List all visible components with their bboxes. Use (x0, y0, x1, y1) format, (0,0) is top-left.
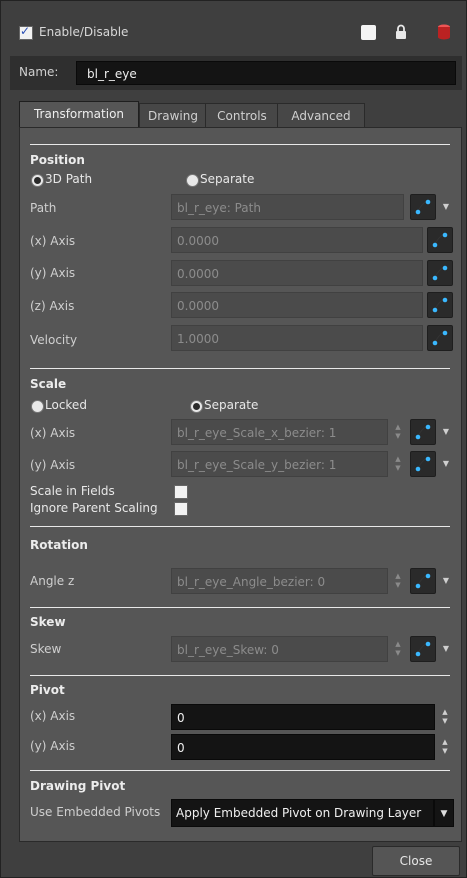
radio-separate-position[interactable] (186, 174, 199, 187)
enable-checkbox[interactable] (19, 24, 33, 40)
spin-arrows-icon[interactable]: ▲ ▼ (393, 419, 403, 445)
pivot-title: Pivot (30, 683, 65, 697)
tab-advanced[interactable]: Advanced (277, 103, 365, 128)
position-y-label: (y) Axis (30, 266, 76, 280)
position-x-label: (x) Axis (30, 234, 76, 248)
function-curve-icon[interactable] (410, 194, 436, 220)
radio-locked-label: Locked (45, 398, 87, 412)
radio-separate-position-label: Separate (200, 172, 255, 186)
ignore-parent-scaling-checkbox[interactable] (174, 502, 188, 516)
function-curve-icon[interactable] (410, 568, 436, 594)
position-x-field[interactable]: 0.0000 (171, 227, 423, 253)
spin-arrows-icon[interactable]: ▲ ▼ (393, 568, 403, 594)
divider (30, 770, 450, 771)
velocity-label: Velocity (30, 333, 78, 347)
use-embedded-pivots-label: Use Embedded Pivots (30, 805, 161, 819)
layer-properties-dialog: Enable/Disable Name: bl_r_eye Drawing Co… (0, 0, 467, 878)
white-square-icon[interactable] (361, 25, 376, 40)
ignore-parent-scaling-label: Ignore Parent Scaling (30, 501, 158, 515)
function-curve-icon[interactable] (427, 292, 453, 318)
divider (30, 526, 450, 527)
function-curve-icon[interactable] (410, 451, 436, 477)
skew-title: Skew (30, 615, 66, 629)
chevron-down-icon[interactable]: ▼ (441, 636, 451, 662)
scale-y-label: (y) Axis (30, 458, 76, 472)
path-label: Path (30, 201, 57, 215)
position-title: Position (30, 153, 85, 167)
radio-separate-scale[interactable] (190, 400, 203, 413)
spin-arrows-icon[interactable]: ▲ ▼ (440, 704, 450, 730)
close-button[interactable]: Close (372, 846, 460, 876)
scale-title: Scale (30, 377, 67, 391)
skew-label: Skew (30, 642, 62, 656)
transformation-panel: Position 3D Path Separate Path bl_r_eye:… (19, 127, 462, 842)
position-z-label: (z) Axis (30, 299, 75, 313)
tab-drawing[interactable]: Drawing (139, 103, 207, 128)
radio-3d-path[interactable] (31, 174, 44, 187)
function-curve-icon[interactable] (410, 636, 436, 662)
divider (30, 144, 450, 145)
chevron-down-icon[interactable]: ▼ (441, 194, 451, 220)
position-y-field[interactable]: 0.0000 (171, 260, 423, 286)
layer-color-icon[interactable] (437, 24, 451, 40)
chevron-down-icon[interactable]: ▼ (434, 799, 454, 827)
enable-label: Enable/Disable (39, 25, 129, 39)
spin-arrows-icon[interactable]: ▲ ▼ (440, 734, 450, 760)
spin-arrows-icon[interactable]: ▲ ▼ (393, 451, 403, 477)
radio-separate-scale-label: Separate (204, 398, 259, 412)
divider (30, 368, 450, 369)
scale-x-label: (x) Axis (30, 426, 76, 440)
skew-field[interactable]: bl_r_eye_Skew: 0 (171, 636, 388, 662)
spin-arrows-icon[interactable]: ▲ ▼ (393, 636, 403, 662)
divider (30, 607, 450, 608)
scale-in-fields-checkbox[interactable] (174, 485, 188, 499)
tab-transformation[interactable]: Transformation (19, 101, 139, 129)
chevron-down-icon[interactable]: ▼ (441, 568, 451, 594)
chevron-down-icon[interactable]: ▼ (441, 419, 451, 445)
angle-z-field[interactable]: bl_r_eye_Angle_bezier: 0 (171, 568, 388, 594)
lock-icon[interactable] (395, 24, 407, 40)
radio-3d-path-label: 3D Path (45, 172, 93, 186)
path-field[interactable]: bl_r_eye: Path (171, 194, 404, 220)
scale-y-field[interactable]: bl_r_eye_Scale_y_bezier: 1 (171, 451, 388, 477)
chevron-down-icon[interactable]: ▼ (441, 451, 451, 477)
rotation-title: Rotation (30, 538, 88, 552)
scale-x-field[interactable]: bl_r_eye_Scale_x_bezier: 1 (171, 419, 388, 445)
scale-in-fields-label: Scale in Fields (30, 484, 115, 498)
pivot-y-field[interactable]: 0 (171, 734, 435, 760)
name-label: Name: (19, 65, 59, 79)
function-curve-icon[interactable] (427, 260, 453, 286)
pivot-x-field[interactable]: 0 (171, 704, 435, 730)
name-row: Name: bl_r_eye (10, 56, 462, 90)
tab-controls[interactable]: Controls (205, 103, 279, 128)
divider (30, 675, 450, 676)
function-curve-icon[interactable] (427, 325, 453, 351)
tab-bar: Drawing Controls Advanced Transformation (19, 101, 459, 129)
angle-z-label: Angle z (30, 574, 75, 588)
pivot-y-label: (y) Axis (30, 739, 76, 753)
pivot-x-label: (x) Axis (30, 709, 76, 723)
radio-locked[interactable] (31, 400, 44, 413)
name-field[interactable]: bl_r_eye (76, 61, 456, 85)
velocity-field[interactable]: 1.0000 (171, 325, 423, 351)
position-z-field[interactable]: 0.0000 (171, 292, 423, 318)
embedded-pivot-select[interactable]: Apply Embedded Pivot on Drawing Layer (171, 799, 434, 827)
header-bar: Enable/Disable (11, 21, 461, 43)
function-curve-icon[interactable] (427, 227, 453, 253)
function-curve-icon[interactable] (410, 419, 436, 445)
drawing-pivot-title: Drawing Pivot (30, 779, 126, 793)
